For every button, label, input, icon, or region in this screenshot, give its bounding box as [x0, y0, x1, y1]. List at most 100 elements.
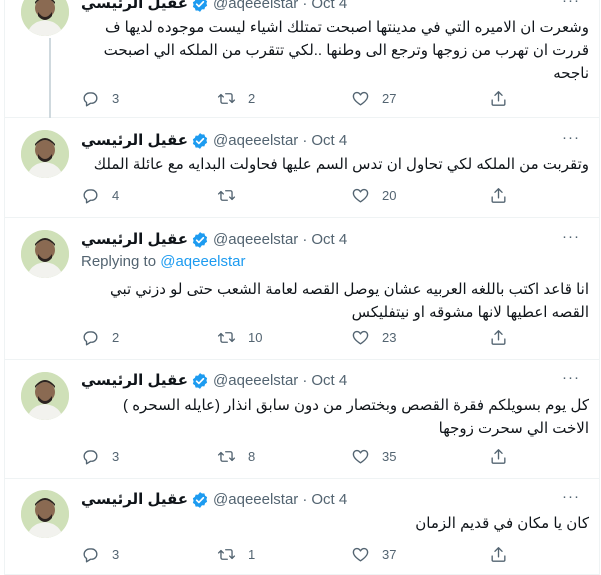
- tweet-text: كان يا مكان في قديم الزمان: [81, 512, 589, 535]
- author-name[interactable]: عقيل الرئيسي: [81, 230, 188, 250]
- retweet-icon: [217, 186, 236, 205]
- reply-button[interactable]: 2: [81, 325, 119, 349]
- tweet[interactable]: عقيل الرئيسي @aqeeelstar · Oct 4 ··· كان…: [5, 479, 599, 575]
- more-icon[interactable]: ···: [559, 0, 583, 14]
- reply-count: 4: [112, 187, 120, 203]
- tweet-timestamp[interactable]: Oct 4: [311, 131, 347, 151]
- author-name[interactable]: عقيل الرئيسي: [81, 490, 188, 510]
- tweet[interactable]: عقيل الرئيسي @aqeeelstar · Oct 4 ··· كل …: [5, 360, 599, 479]
- separator-dot: ·: [302, 231, 308, 248]
- retweet-button[interactable]: 2: [217, 86, 255, 110]
- like-button[interactable]: 27: [351, 86, 396, 110]
- heart-icon: [351, 545, 370, 564]
- share-button[interactable]: [489, 183, 508, 207]
- retweet-button[interactable]: 8: [217, 444, 255, 468]
- more-icon[interactable]: ···: [559, 229, 583, 250]
- like-button[interactable]: 37: [351, 542, 396, 566]
- tweet[interactable]: عقيل الرئيسي @aqeeelstar · Oct 4 ··· وتق…: [5, 118, 599, 218]
- verified-badge-icon: [191, 0, 209, 13]
- tweet-text: انا قاعد اكتب باللغه العربيه عشان يوصل ا…: [81, 278, 589, 324]
- author-name[interactable]: عقيل الرئيسي: [81, 371, 188, 391]
- heart-icon: [351, 328, 370, 347]
- tweet-text-line: كل يوم بسويلكم فقرة القصص وبختصار من دون…: [123, 397, 589, 414]
- retweet-count: 2: [248, 90, 256, 106]
- tweet-timestamp[interactable]: Oct 4: [311, 371, 347, 391]
- reply-button[interactable]: 3: [81, 444, 119, 468]
- retweet-count: 10: [248, 329, 263, 345]
- more-icon[interactable]: ···: [559, 130, 583, 151]
- tweet-text-line: وتقربت من الملكه لكي تحاول ان تدس السم ع…: [93, 156, 589, 173]
- author-name[interactable]: عقيل الرئيسي: [81, 131, 188, 151]
- share-button[interactable]: [489, 86, 508, 110]
- reply-button[interactable]: 3: [81, 86, 119, 110]
- like-button[interactable]: 20: [351, 183, 396, 207]
- share-icon: [489, 89, 508, 108]
- reply-icon: [81, 328, 100, 347]
- tweet-timestamp[interactable]: Oct 4: [311, 490, 347, 510]
- more-icon[interactable]: ···: [559, 489, 583, 510]
- retweet-icon: [217, 545, 236, 564]
- tweet[interactable]: عقيل الرئيسي @aqeeelstar · Oct 4 ··· Rep…: [5, 218, 599, 360]
- author-handle[interactable]: @aqeeelstar: [213, 131, 298, 151]
- retweet-button[interactable]: 10: [217, 325, 262, 349]
- tweet-actions: 2 10 23: [77, 325, 517, 349]
- replying-to: Replying to @aqeeelstar: [81, 252, 246, 272]
- thread-connector-line: [49, 38, 51, 118]
- avatar[interactable]: [21, 372, 69, 420]
- tweet-text-line: القصه اعطيها لانها مشوقه او نيتفليكس: [351, 304, 589, 321]
- retweet-button[interactable]: [217, 183, 248, 207]
- author-handle[interactable]: @aqeeelstar: [213, 230, 298, 250]
- reply-button[interactable]: 4: [81, 183, 119, 207]
- verified-badge-icon: [191, 491, 209, 509]
- share-button[interactable]: [489, 542, 508, 566]
- reply-button[interactable]: 3: [81, 542, 119, 566]
- reply-count: 3: [112, 448, 120, 464]
- tweet-actions: 4 20: [77, 183, 517, 207]
- avatar[interactable]: [21, 230, 69, 278]
- tweet-actions: 3 2 27: [77, 86, 517, 110]
- tweet-text-line: كان يا مكان في قديم الزمان: [415, 515, 589, 532]
- separator-dot: ·: [302, 372, 308, 389]
- retweet-icon: [217, 447, 236, 466]
- reply-icon: [81, 447, 100, 466]
- author-handle[interactable]: @aqeeelstar: [213, 371, 298, 391]
- avatar[interactable]: [21, 130, 69, 178]
- more-icon[interactable]: ···: [559, 370, 583, 391]
- tweet-text-line: وشعرت ان الاميره التي في مدينتها اصبحت ت…: [104, 19, 589, 36]
- reply-icon: [81, 89, 100, 108]
- share-icon: [489, 545, 508, 564]
- avatar[interactable]: [21, 490, 69, 538]
- like-count: 35: [382, 448, 397, 464]
- reply-icon: [81, 545, 100, 564]
- tweet-text-line: قررت ان تهرب من زوجها وترجع الى وطنها ..…: [103, 42, 589, 59]
- tweet-timestamp[interactable]: Oct 4: [311, 0, 347, 14]
- verified-badge-icon: [191, 372, 209, 390]
- author-name[interactable]: عقيل الرئيسي: [81, 0, 188, 14]
- retweet-count: 1: [248, 546, 256, 562]
- tweet-text-line: ناجحه: [553, 65, 589, 82]
- like-button[interactable]: 23: [351, 325, 396, 349]
- replying-to-label: Replying to: [81, 253, 157, 270]
- verified-badge-icon: [191, 132, 209, 150]
- verified-badge-icon: [191, 231, 209, 249]
- share-button[interactable]: [489, 325, 508, 349]
- avatar[interactable]: [21, 0, 69, 36]
- like-count: 27: [382, 90, 397, 106]
- replying-to-handle-link[interactable]: @aqeeelstar: [160, 253, 245, 270]
- retweet-button[interactable]: 1: [217, 542, 255, 566]
- author-handle[interactable]: @aqeeelstar: [213, 0, 298, 14]
- heart-icon: [351, 186, 370, 205]
- tweet-text-line: الاخت الي سحرت زوجها: [438, 420, 589, 437]
- timeline: عقيل الرئيسي @aqeeelstar · Oct 4 ··· وشع…: [4, 0, 600, 575]
- tweet[interactable]: عقيل الرئيسي @aqeeelstar · Oct 4 ··· وشع…: [5, 0, 599, 118]
- retweet-icon: [217, 89, 236, 108]
- share-button[interactable]: [489, 444, 508, 468]
- like-count: 23: [382, 329, 397, 345]
- like-button[interactable]: 35: [351, 444, 396, 468]
- heart-icon: [351, 447, 370, 466]
- separator-dot: ·: [302, 491, 308, 508]
- share-icon: [489, 186, 508, 205]
- author-handle[interactable]: @aqeeelstar: [213, 490, 298, 510]
- tweet-timestamp[interactable]: Oct 4: [311, 230, 347, 250]
- like-count: 20: [382, 187, 397, 203]
